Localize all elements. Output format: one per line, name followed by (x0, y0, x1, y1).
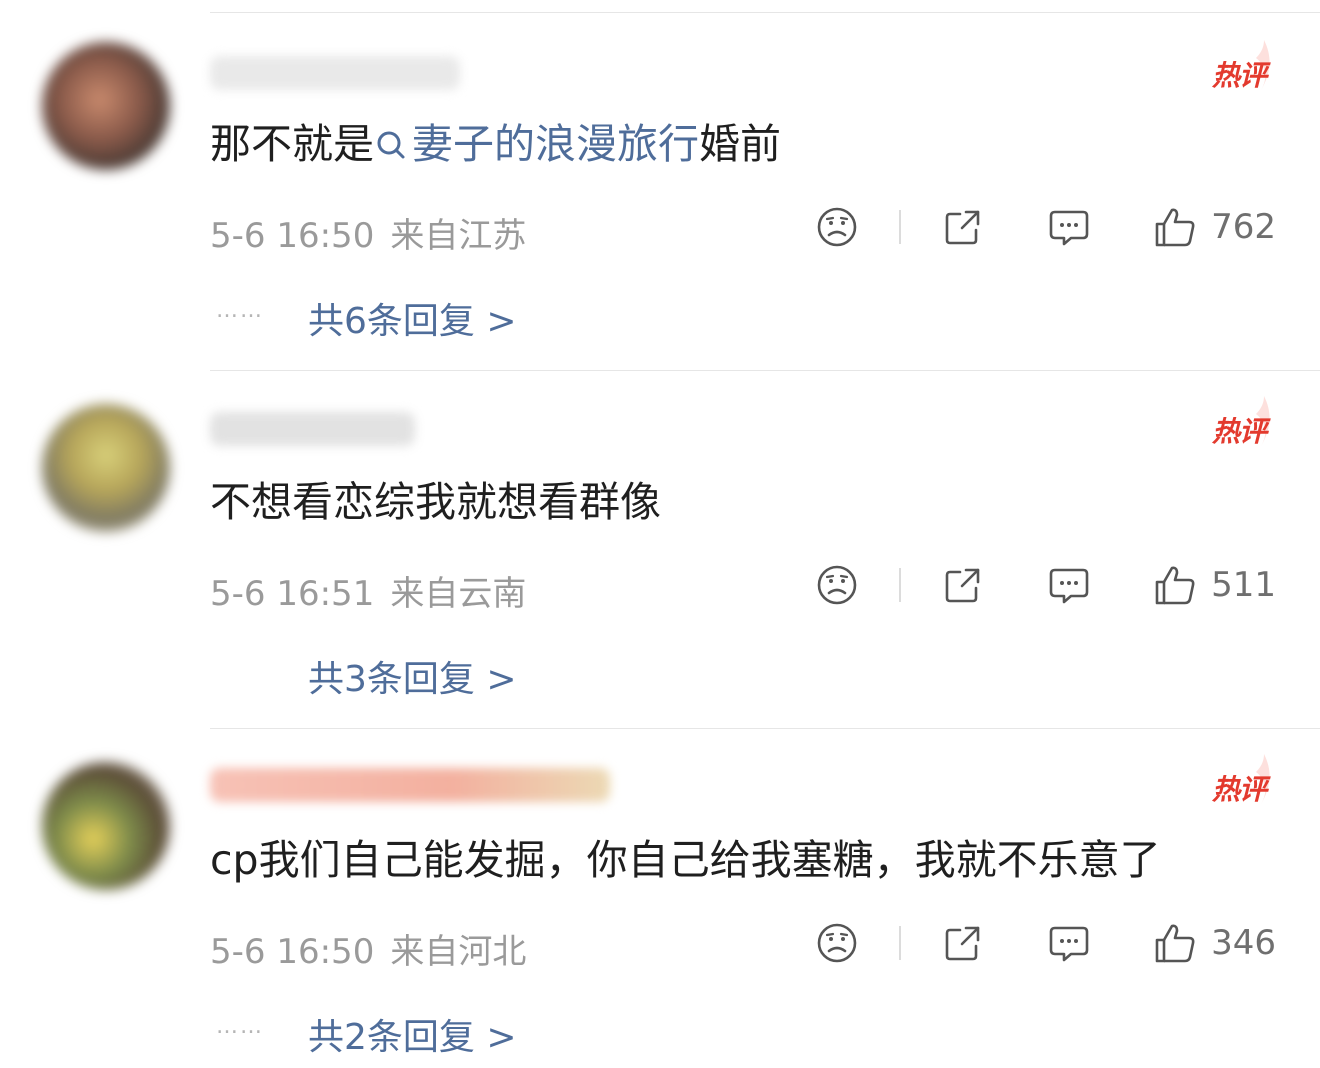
comment-text: 那不就是 妻子的浪漫旅行婚前 (210, 116, 781, 172)
username-blurred[interactable] (210, 412, 415, 446)
comment-icon[interactable] (1047, 205, 1091, 249)
sad-face-icon[interactable] (815, 921, 859, 965)
comment-date: 5-6 16:50 (210, 932, 375, 972)
share-icon[interactable] (941, 205, 985, 249)
comment-text: 不想看恋综我就想看群像 (210, 474, 661, 530)
comment-actions: 511 (815, 560, 1276, 610)
hot-comment-badge: 热评 (1196, 38, 1276, 98)
comment-meta: 5-6 16:51 来自云南 (210, 566, 526, 615)
search-icon (377, 131, 405, 159)
topic-link[interactable]: 妻子的浪漫旅行 (374, 120, 699, 168)
comment-date: 5-6 16:50 (210, 216, 375, 256)
avatar[interactable] (42, 42, 170, 170)
comment-icon[interactable] (1047, 921, 1091, 965)
reply-dots: …… (216, 298, 264, 323)
hot-label: 热评 (1211, 773, 1267, 806)
view-replies-link[interactable]: 共3条回复 > (308, 650, 517, 702)
comment-item: 热评 那不就是 妻子的浪漫旅行婚前 5-6 16:50 来自江苏 762 …… 共6… (0, 0, 1320, 370)
comment-text-prefix: cp我们自己能发掘，你自己给我塞糖，我就不乐意了 (210, 836, 1161, 884)
comment-location: 来自云南 (390, 574, 527, 614)
comment-date: 5-6 16:51 (210, 574, 375, 614)
comment-meta: 5-6 16:50 来自河北 (210, 924, 526, 973)
sad-face-icon[interactable] (815, 205, 859, 249)
thumbs-up-icon[interactable] (1153, 563, 1197, 607)
hot-comment-badge: 热评 (1196, 752, 1276, 812)
hot-label: 热评 (1211, 415, 1267, 448)
comment-text-suffix: 婚前 (699, 120, 781, 168)
comment-item: 热评 不想看恋综我就想看群像 5-6 16:51 来自云南 511 共3条回复 > (0, 370, 1320, 728)
topic-link-label: 妻子的浪漫旅行 (412, 120, 699, 168)
comment-text-prefix: 那不就是 (210, 120, 374, 168)
view-replies-link[interactable]: 共6条回复 > (308, 292, 517, 344)
comment-location: 来自河北 (390, 932, 527, 972)
comment-actions: 762 (815, 202, 1276, 252)
comment-location: 来自江苏 (390, 216, 527, 256)
thumbs-up-icon[interactable] (1153, 205, 1197, 249)
sad-face-icon[interactable] (815, 563, 859, 607)
like-count: 762 (1211, 207, 1276, 247)
comment-text-prefix: 不想看恋综我就想看群像 (210, 478, 661, 526)
action-separator (899, 926, 902, 960)
username-blurred[interactable] (210, 56, 460, 90)
like-count: 346 (1211, 923, 1276, 963)
share-icon[interactable] (941, 563, 985, 607)
hot-label: 热评 (1211, 59, 1267, 92)
comment-icon[interactable] (1047, 563, 1091, 607)
thumbs-up-icon[interactable] (1153, 921, 1197, 965)
hot-comment-badge: 热评 (1196, 394, 1276, 454)
share-icon[interactable] (941, 921, 985, 965)
avatar[interactable] (42, 404, 170, 532)
action-separator (899, 210, 902, 244)
comment-actions: 346 (815, 918, 1276, 968)
view-replies-link[interactable]: 共2条回复 > (308, 1008, 517, 1060)
action-separator (899, 568, 902, 602)
like-count: 511 (1211, 565, 1276, 605)
username-blurred[interactable] (210, 768, 610, 802)
comment-text: cp我们自己能发掘，你自己给我塞糖，我就不乐意了 (210, 832, 1161, 888)
comment-item: 热评 cp我们自己能发掘，你自己给我塞糖，我就不乐意了 5-6 16:50 来自河… (0, 728, 1320, 1068)
reply-dots: …… (216, 1014, 264, 1039)
comment-meta: 5-6 16:50 来自江苏 (210, 208, 526, 257)
avatar[interactable] (42, 762, 170, 890)
